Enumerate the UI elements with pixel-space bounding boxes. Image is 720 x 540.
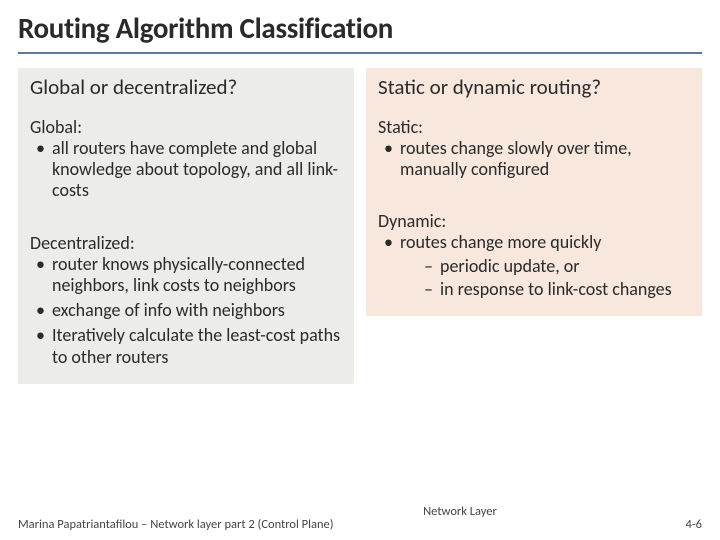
list-item: periodic update, or (400, 256, 692, 277)
dynamic-bullets: routes change more quickly periodic upda… (378, 232, 692, 300)
list-item: exchange of info with neighbors (30, 300, 344, 321)
list-item: routes change more quickly periodic upda… (378, 232, 692, 300)
content-columns: Global or decentralized? Global: all rou… (18, 68, 702, 384)
global-heading: Global: (30, 116, 344, 138)
right-column: Static or dynamic routing? Static: route… (366, 68, 702, 384)
right-question: Static or dynamic routing? (378, 74, 692, 100)
left-question: Global or decentralized? (30, 74, 344, 100)
dynamic-sub-bullets: periodic update, or in response to link-… (400, 256, 692, 300)
page-title: Routing Algorithm Classification (18, 10, 702, 52)
slide: Routing Algorithm Classification Global … (0, 0, 720, 540)
footer-left: Marina Papatriantafilou – Network layer … (18, 517, 334, 532)
decentralized-heading: Decentralized: (30, 232, 344, 254)
global-bullets: all routers have complete and global kno… (30, 138, 344, 202)
footer-row: Marina Papatriantafilou – Network layer … (18, 517, 702, 532)
title-rule (18, 52, 702, 54)
static-heading: Static: (378, 116, 692, 138)
list-item: Iteratively calculate the least-cost pat… (30, 325, 344, 367)
list-item: in response to link-cost changes (400, 279, 692, 300)
list-item: routes change slowly over time, manually… (378, 138, 692, 180)
footer: Network Layer Marina Papatriantafilou – … (0, 504, 720, 532)
decentralized-bullets: router knows physically-connected neighb… (30, 254, 344, 368)
right-box: Static or dynamic routing? Static: route… (366, 68, 702, 316)
list-item: all routers have complete and global kno… (30, 138, 344, 202)
left-box: Global or decentralized? Global: all rou… (18, 68, 354, 384)
bullet-text: routes change more quickly (400, 231, 601, 253)
dynamic-heading: Dynamic: (378, 210, 692, 232)
static-bullets: routes change slowly over time, manually… (378, 138, 692, 180)
left-column: Global or decentralized? Global: all rou… (18, 68, 354, 384)
footer-page-number: 4-6 (686, 517, 703, 532)
list-item: router knows physically-connected neighb… (30, 254, 344, 296)
